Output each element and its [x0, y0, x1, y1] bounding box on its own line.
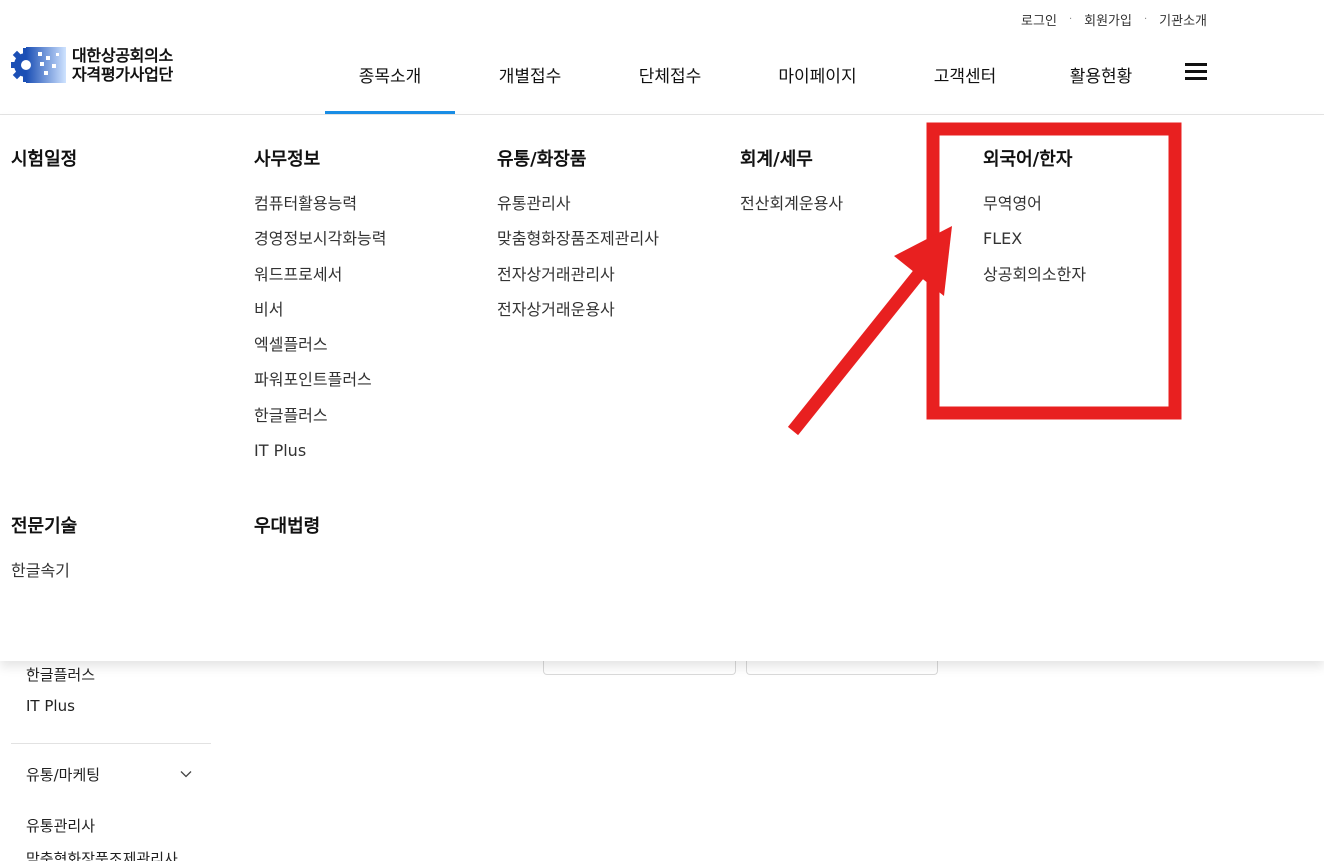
menu-item[interactable]: 무역영어 [983, 193, 1086, 228]
menu-item[interactable]: 파워포인트플러스 [254, 369, 386, 404]
logo-line1: 대한상공회의소 [72, 46, 173, 65]
menu-column-title[interactable]: 우대법령 [254, 515, 320, 539]
menu-column-accounting-tax: 회계/세무 전산회계운용사 [740, 148, 843, 228]
nav-item-customer-center[interactable]: 고객센터 [900, 46, 1030, 114]
menu-column-title[interactable]: 외국어/한자 [983, 148, 1086, 172]
separator: · [1068, 14, 1073, 25]
menu-item[interactable]: 경영정보시각화능력 [254, 228, 386, 263]
menu-item[interactable]: 비서 [254, 299, 386, 334]
menu-column-office-info: 사무정보 컴퓨터활용능력 경영정보시각화능력 워드프로세서 비서 엑셀플러스 파… [254, 148, 386, 475]
main-nav: 종목소개 개별접수 단체접수 마이페이지 고객센터 활용현황 [325, 46, 1172, 114]
menu-column-title[interactable]: 유통/화장품 [497, 148, 659, 172]
lnb-section-distribution-marketing[interactable]: 유통/마케팅 [26, 764, 100, 785]
menu-column-exam-schedule: 시험일정 [11, 148, 77, 172]
menu-column-language-hanja: 외국어/한자 무역영어 FLEX 상공회의소한자 [983, 148, 1086, 299]
site-logo[interactable]: 대한상공회의소 자격평가사업단 [10, 44, 173, 86]
menu-item[interactable]: 전산회계운용사 [740, 193, 843, 228]
separator: · [1143, 14, 1148, 25]
menu-item[interactable]: IT Plus [254, 440, 386, 475]
menu-item[interactable]: 맞춤형화장품조제관리사 [497, 228, 659, 263]
login-link[interactable]: 로그인 [1021, 10, 1057, 29]
menu-item[interactable]: 전자상거래관리사 [497, 264, 659, 299]
lnb-item-it-plus[interactable]: IT Plus [26, 697, 75, 715]
menu-item[interactable]: 한글속기 [11, 560, 77, 595]
menu-column-preference-laws: 우대법령 [254, 515, 320, 539]
lnb-item-hangul-plus[interactable]: 한글플러스 [26, 664, 95, 685]
menu-column-title[interactable]: 사무정보 [254, 148, 386, 172]
menu-column-title[interactable]: 시험일정 [11, 148, 77, 172]
menu-column-title[interactable]: 회계/세무 [740, 148, 843, 172]
lnb-item-distribution-manager[interactable]: 유통관리사 [26, 815, 95, 836]
menu-item[interactable]: 워드프로세서 [254, 264, 386, 299]
about-link[interactable]: 기관소개 [1159, 10, 1207, 29]
menu-column-distribution-cosmetics: 유통/화장품 유통관리사 맞춤형화장품조제관리사 전자상거래관리사 전자상거래운… [497, 148, 659, 334]
nav-item-mypage[interactable]: 마이페이지 [735, 46, 900, 114]
logo-gear-icon [11, 47, 66, 83]
menu-item[interactable]: 엑셀플러스 [254, 334, 386, 369]
menu-column-title[interactable]: 전문기술 [11, 515, 77, 539]
menu-item[interactable]: 컴퓨터활용능력 [254, 193, 386, 228]
menu-item[interactable]: 전자상거래운용사 [497, 299, 659, 334]
nav-item-group-apply[interactable]: 단체접수 [605, 46, 735, 114]
signup-link[interactable]: 회원가입 [1084, 10, 1132, 29]
logo-text: 대한상공회의소 자격평가사업단 [72, 46, 173, 84]
utility-links: 로그인 · 회원가입 · 기관소개 [1021, 10, 1207, 29]
lnb-item-cosmetics-manager[interactable]: 맞춤형화장품조제관리사 [26, 848, 178, 861]
nav-item-individual-apply[interactable]: 개별접수 [455, 46, 605, 114]
nav-item-subjects[interactable]: 종목소개 [325, 46, 455, 114]
hamburger-menu-icon[interactable] [1185, 63, 1207, 80]
nav-item-usage-status[interactable]: 활용현황 [1030, 46, 1172, 114]
menu-column-technical: 전문기술 한글속기 [11, 515, 77, 595]
menu-item[interactable]: 상공회의소한자 [983, 264, 1086, 299]
chevron-down-icon[interactable] [180, 768, 192, 780]
menu-item[interactable]: 한글플러스 [254, 405, 386, 440]
menu-item[interactable]: 유통관리사 [497, 193, 659, 228]
lnb-divider [11, 743, 211, 744]
logo-line2: 자격평가사업단 [72, 65, 173, 84]
mega-menu-panel: 시험일정 사무정보 컴퓨터활용능력 경영정보시각화능력 워드프로세서 비서 엑셀… [0, 115, 1324, 661]
menu-item[interactable]: FLEX [983, 228, 1086, 263]
